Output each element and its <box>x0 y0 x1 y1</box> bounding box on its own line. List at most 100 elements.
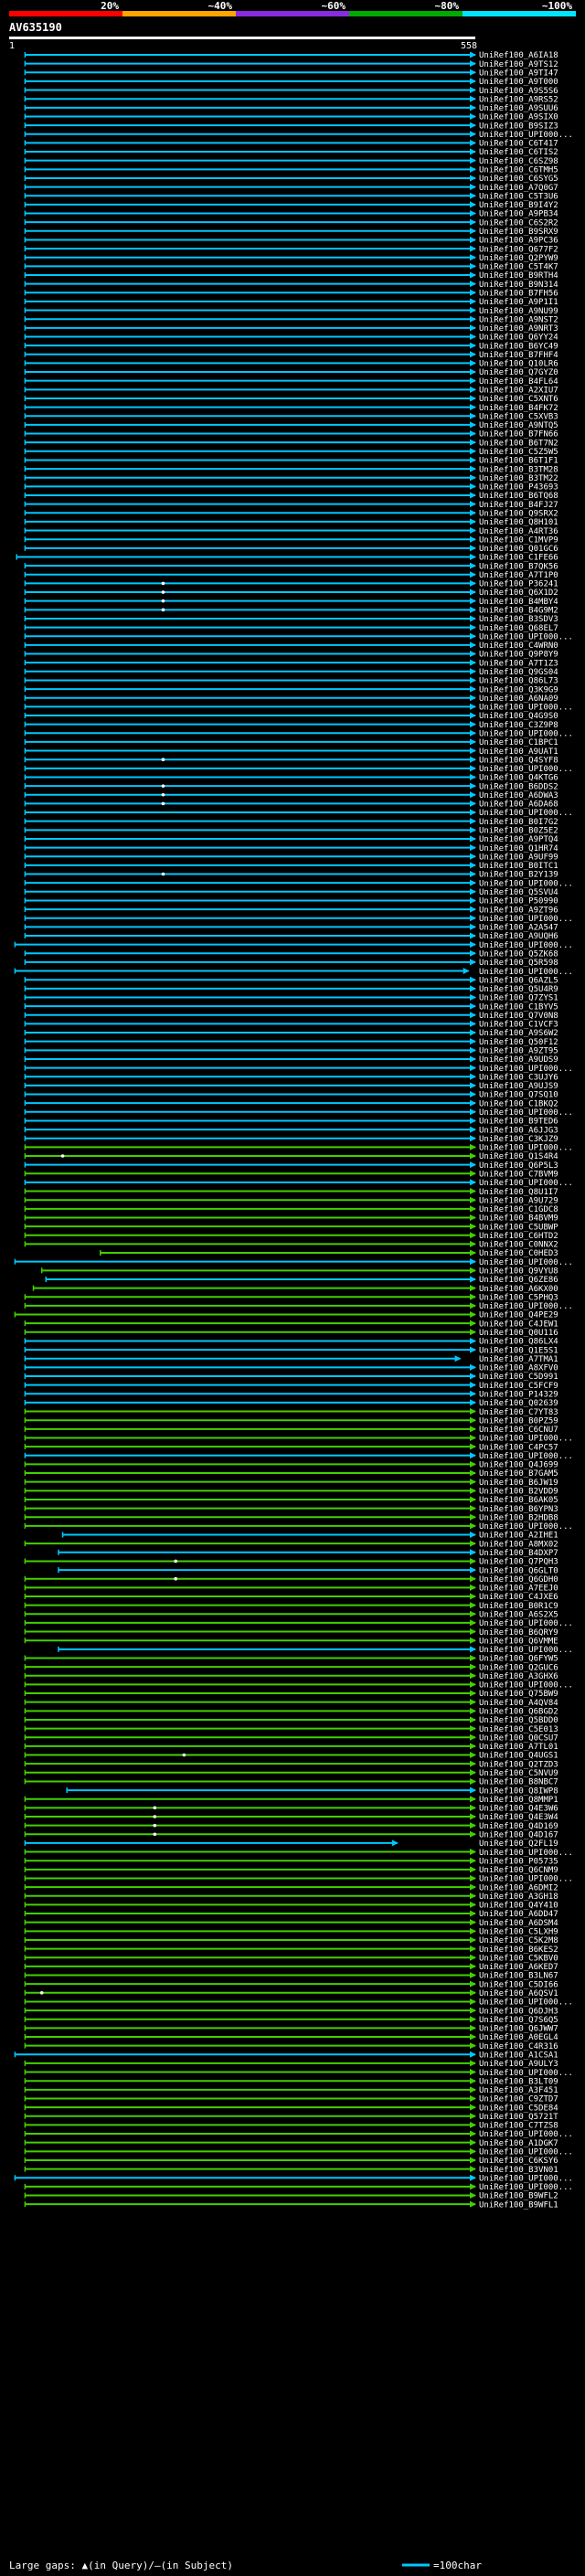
hit-end-arrow <box>470 2157 476 2164</box>
hit-end-arrow <box>470 1020 476 1027</box>
hit-label: UniRef100_C1BKQ2 <box>479 1099 558 1108</box>
hit-label: UniRef100_Q2PYW9 <box>479 254 558 263</box>
hit-end-arrow <box>470 359 476 366</box>
gap-marker <box>39 1991 44 1995</box>
hit-end-arrow <box>470 2077 476 2084</box>
hit-label: UniRef100_UPI000... <box>479 2148 573 2157</box>
hit-end-arrow <box>470 896 476 904</box>
hit-label: UniRef100_P43693 <box>479 483 558 493</box>
hit-end-arrow <box>470 1822 476 1829</box>
hit-label: UniRef100_UPI000... <box>479 1065 573 1074</box>
hit-label: UniRef100_B3LN67 <box>479 1972 558 1981</box>
scale-legend: =100char <box>433 2560 482 2571</box>
hit-label: UniRef100_B9TED6 <box>479 1118 558 1127</box>
hit-label: UniRef100_B7QK56 <box>479 562 558 571</box>
hit-end-arrow <box>470 800 476 807</box>
hit-end-arrow <box>470 1267 476 1274</box>
hit-end-arrow <box>470 1646 476 1653</box>
hit-end-arrow <box>470 1954 476 1961</box>
hit-label: UniRef100_A9UJS9 <box>479 1082 558 1091</box>
hit-end-arrow <box>470 448 476 455</box>
hit-label: UniRef100_Q4UGS1 <box>479 1752 558 1761</box>
hit-label: UniRef100_UPI000... <box>479 2069 573 2078</box>
hit-end-arrow <box>470 1540 476 1547</box>
hit-label: UniRef100_B8NBC7 <box>479 1778 558 1787</box>
hit-end-arrow <box>470 1188 476 1195</box>
hit-end-arrow <box>470 888 476 896</box>
hit-label: UniRef100_B3TM28 <box>479 465 558 474</box>
hit-label: UniRef100_B6KES2 <box>479 1945 558 1955</box>
hit-label: UniRef100_A6DSM4 <box>479 1919 558 1928</box>
hit-end-arrow <box>470 1963 476 1970</box>
hit-end-arrow <box>470 1117 476 1124</box>
hit-label: UniRef100_Q0CSU7 <box>479 1733 558 1743</box>
hit-label: UniRef100_C1FE66 <box>479 554 558 563</box>
gap-marker <box>161 599 165 603</box>
hit-label: UniRef100_Q4D169 <box>479 1822 558 1831</box>
hit-end-arrow <box>470 1513 476 1521</box>
hit-end-arrow <box>470 1179 476 1186</box>
hit-end-arrow <box>470 1055 476 1063</box>
hit-label: UniRef100_UPI000... <box>479 968 573 977</box>
hit-end-arrow <box>470 1161 476 1169</box>
hit-end-arrow <box>470 2024 476 2031</box>
hit-end-arrow <box>470 562 476 569</box>
hit-end-arrow <box>470 192 476 199</box>
hit-end-arrow <box>470 1690 476 1697</box>
hit-end-arrow <box>470 747 476 755</box>
hit-end-arrow <box>470 2139 476 2147</box>
hit-label: UniRef100_Q01GC6 <box>479 545 558 554</box>
hit-end-arrow <box>470 377 476 385</box>
hit-label: UniRef100_UPI000... <box>479 879 573 888</box>
hit-label: UniRef100_B3LT09 <box>479 2077 558 2086</box>
hit-end-arrow <box>470 1505 476 1512</box>
hit-label: UniRef100_B6TQ68 <box>479 492 558 501</box>
hit-label: UniRef100_A7TMA1 <box>479 1355 558 1364</box>
hit-label: UniRef100_Q6JWW7 <box>479 2025 558 2034</box>
hit-label: UniRef100_C6KSY6 <box>479 2157 558 2166</box>
hit-end-arrow <box>470 2113 476 2120</box>
hit-label: UniRef100_A9NTQ5 <box>479 421 558 430</box>
hit-label: UniRef100_Q50F12 <box>479 1038 558 1047</box>
hit-end-arrow <box>470 756 476 763</box>
hit-label: UniRef100_Q2FL19 <box>479 1839 558 1849</box>
hit-label: UniRef100_Q5U4R9 <box>479 985 558 994</box>
hit-label: UniRef100_A6KED7 <box>479 1963 558 1972</box>
hit-label: UniRef100_Q6AZL5 <box>479 976 558 985</box>
hit-label: UniRef100_Q2TZD3 <box>479 1760 558 1769</box>
hit-label: UniRef100_B3TM22 <box>479 474 558 483</box>
hit-end-arrow <box>470 1108 476 1116</box>
hit-end-arrow <box>470 404 476 411</box>
hit-end-arrow <box>470 509 476 516</box>
hit-label: UniRef100_A9ULY3 <box>479 2060 558 2069</box>
gap-marker <box>161 590 165 594</box>
hit-end-arrow <box>470 175 476 182</box>
hit-end-arrow <box>470 959 476 966</box>
hit-label: UniRef100_C5PHQ3 <box>479 1293 558 1302</box>
hit-end-arrow <box>470 941 476 949</box>
hit-end-arrow <box>470 1416 476 1424</box>
hit-end-arrow <box>470 60 476 68</box>
hit-label: UniRef100_C7BVM9 <box>479 1170 558 1179</box>
hit-end-arrow <box>470 1382 476 1389</box>
hit-label: UniRef100_B0R1C9 <box>479 1602 558 1611</box>
hit-label: UniRef100_UPI000... <box>479 1179 573 1188</box>
hit-label: UniRef100_B9WFL2 <box>479 2192 558 2201</box>
hit-end-arrow <box>470 1716 476 1723</box>
hit-label: UniRef100_Q75BW9 <box>479 1690 558 1699</box>
hit-label: UniRef100_A6DWA3 <box>479 791 558 800</box>
hit-label: UniRef100_Q6X1D2 <box>479 588 558 598</box>
hit-end-arrow <box>470 1584 476 1591</box>
hit-end-arrow <box>470 915 476 922</box>
hit-label: UniRef100_UPI000... <box>479 1144 573 1153</box>
hit-end-arrow <box>470 2051 476 2058</box>
hit-label: UniRef100_C5T4K7 <box>479 263 558 272</box>
identity-legend: 20% ~40% ~60% ~80% ~100% <box>9 0 576 16</box>
hit-label: UniRef100_C4JXE6 <box>479 1593 558 1602</box>
hit-end-arrow <box>470 236 476 243</box>
hit-label: UniRef100_A1CSA1 <box>479 2051 558 2060</box>
hit-end-arrow <box>470 1927 476 1935</box>
hit-label: UniRef100_B4BVM9 <box>479 1214 558 1224</box>
hit-end-arrow <box>470 871 476 878</box>
hit-label: UniRef100_B4G9M2 <box>479 607 558 616</box>
